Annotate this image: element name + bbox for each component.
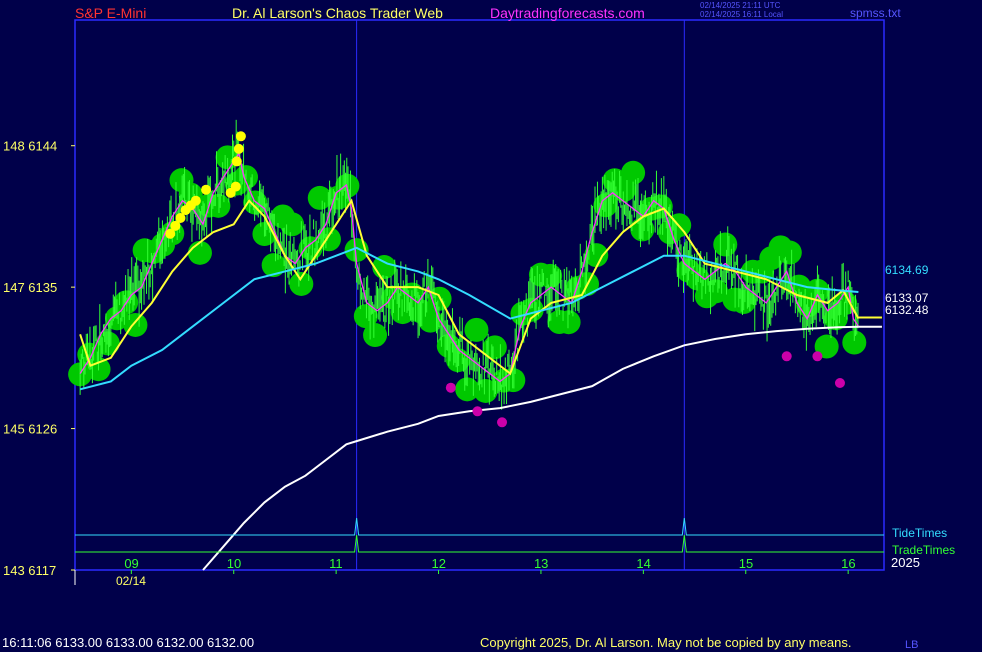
green-circle xyxy=(187,240,212,265)
yellow-dot xyxy=(190,195,201,206)
date-label: 02/14 xyxy=(116,574,146,588)
chart-symbol: S&P E-Mini xyxy=(75,5,147,21)
yellow-dot xyxy=(235,131,246,142)
timing-line-label: TideTimes xyxy=(892,526,947,540)
copyright-text: Copyright 2025, Dr. Al Larson. May not b… xyxy=(480,635,852,650)
quote-line: 16:11:06 6133.00 6133.00 6132.00 6132.00 xyxy=(2,635,255,650)
timing-line xyxy=(75,517,884,536)
x-tick-label: 13 xyxy=(534,556,548,571)
y-tick-label: 143 6117 xyxy=(3,563,56,578)
magenta-dot xyxy=(812,351,823,362)
plot-frame xyxy=(74,19,885,571)
x-tick-label: 12 xyxy=(432,556,446,571)
x-tick-label: 15 xyxy=(739,556,753,571)
white-line xyxy=(202,325,859,571)
magenta-dot xyxy=(834,378,845,388)
y-tick-label: 145 6126 xyxy=(3,422,57,437)
time-local: 02/14/2025 16:11 Local xyxy=(700,10,784,19)
magenta-dot xyxy=(472,406,483,417)
file-name: spmss.txt xyxy=(850,6,901,20)
site-title: Dr. Al Larson's Chaos Trader Web xyxy=(232,5,443,21)
yellow-dot xyxy=(231,156,242,167)
yellow-dot xyxy=(201,184,212,195)
timing-line xyxy=(75,534,884,553)
time-utc: 02/14/2025 21:11 UTC xyxy=(700,1,781,10)
x-tick-label: 10 xyxy=(227,556,241,571)
green-circle xyxy=(556,310,581,335)
magenta-dot xyxy=(445,382,456,393)
green-circle xyxy=(289,271,314,296)
magenta-dot xyxy=(781,351,792,362)
x-tick-label: 14 xyxy=(636,556,650,571)
last-value-label: 6132.48 xyxy=(885,303,929,317)
year-label: 2025 xyxy=(891,555,920,570)
green-circle xyxy=(777,240,802,265)
magenta-dot xyxy=(497,417,508,428)
chart-plot: TideTimesTradeTimes 148 6144 147 6135 145 … xyxy=(3,19,955,588)
plot-border xyxy=(74,19,885,571)
yellow-dot xyxy=(230,181,241,192)
x-tick-label: 11 xyxy=(329,556,343,571)
x-tick-label: 16 xyxy=(841,556,855,571)
last-value-label: 6134.69 xyxy=(885,263,929,277)
y-tick-label: 147 6135 xyxy=(3,280,57,295)
x-tick-label: 09 xyxy=(124,556,138,571)
green-circle xyxy=(363,323,388,348)
y-tick-label: 148 6144 xyxy=(3,139,57,154)
yellow-dot xyxy=(233,143,244,154)
green-circle xyxy=(621,160,646,185)
timing-lines-layer: TideTimesTradeTimes xyxy=(75,517,955,557)
price-bars-layer xyxy=(79,119,859,410)
site-url-link[interactable]: Daytradingforecasts.com xyxy=(490,6,645,20)
green-circle xyxy=(464,317,489,342)
